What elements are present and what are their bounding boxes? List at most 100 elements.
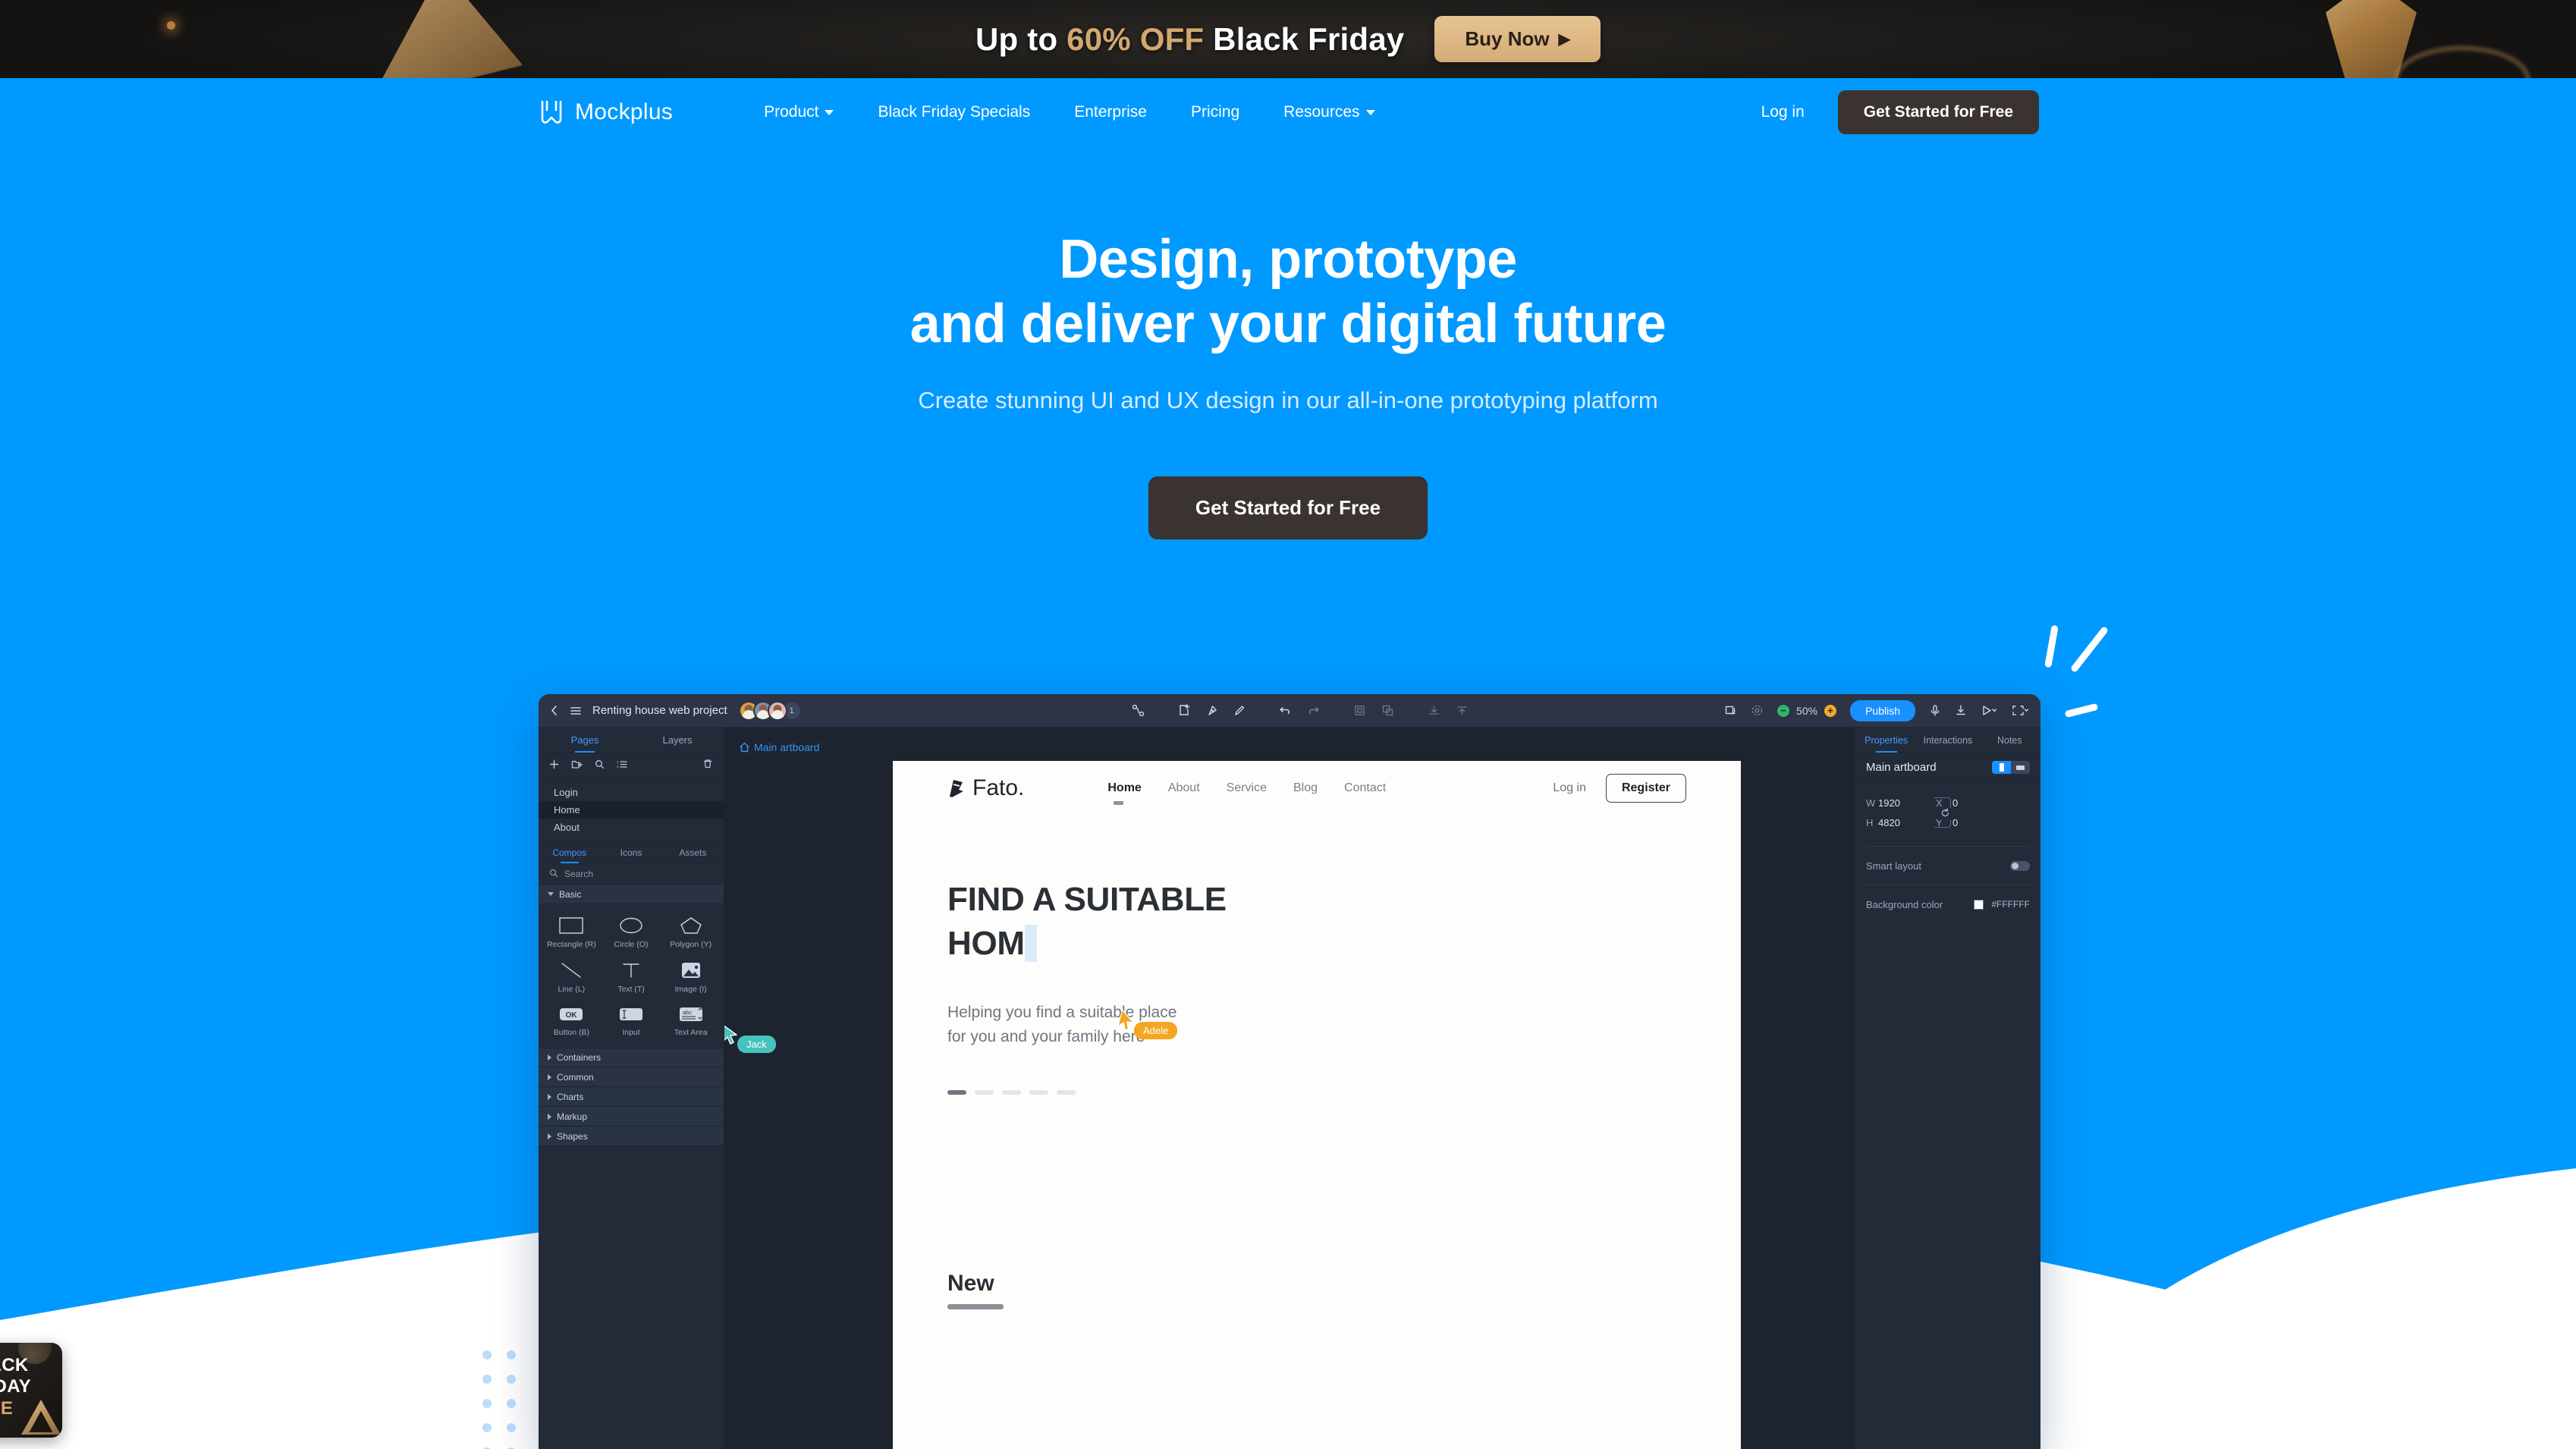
- duplicate-icon[interactable]: [1724, 704, 1737, 717]
- orientation-toggle[interactable]: [1992, 761, 2030, 774]
- orientation-landscape-button[interactable]: [2011, 761, 2030, 774]
- component-input[interactable]: Input: [602, 1001, 661, 1042]
- artboard-label[interactable]: Main artboard: [740, 741, 819, 753]
- mock-nav-blog[interactable]: Blog: [1293, 781, 1318, 795]
- redo-icon[interactable]: [1307, 705, 1320, 716]
- zoom-out-button[interactable]: −: [1777, 704, 1790, 717]
- x-value[interactable]: 0: [1952, 797, 2010, 809]
- color-swatch[interactable]: [1974, 899, 1984, 910]
- hero-heading-line2: and deliver your digital future: [909, 293, 1667, 354]
- reset-ratio-icon[interactable]: [1939, 808, 1952, 820]
- group-header-markup[interactable]: Markup: [539, 1107, 724, 1127]
- align-bottom-icon[interactable]: [1428, 704, 1440, 717]
- component-image[interactable]: Image (I): [661, 957, 721, 998]
- tab-components[interactable]: Compos: [539, 841, 600, 863]
- search-pages-icon[interactable]: [595, 759, 605, 773]
- mock-register-button[interactable]: Register: [1605, 774, 1686, 803]
- publish-button[interactable]: Publish: [1850, 699, 1915, 721]
- y-value[interactable]: 0: [1952, 817, 2010, 828]
- component-label: Line (L): [558, 985, 586, 994]
- component-text[interactable]: Text (T): [602, 957, 661, 998]
- carousel-dot[interactable]: [1029, 1089, 1048, 1095]
- tab-icons[interactable]: Icons: [600, 841, 661, 863]
- add-page-icon[interactable]: [549, 759, 559, 773]
- brand-logo[interactable]: Mockplus: [539, 99, 673, 125]
- carousel-dot[interactable]: [975, 1089, 994, 1095]
- microphone-icon[interactable]: [1929, 704, 1941, 717]
- tab-properties[interactable]: Properties: [1855, 728, 1917, 753]
- page-item-about[interactable]: About: [539, 819, 724, 836]
- add-folder-icon[interactable]: [571, 759, 583, 773]
- zoom-in-button[interactable]: +: [1824, 704, 1837, 717]
- fullscreen-icon[interactable]: [2011, 704, 2028, 717]
- menu-icon[interactable]: [570, 706, 582, 716]
- tab-assets[interactable]: Assets: [662, 841, 724, 863]
- page-item-login[interactable]: Login: [539, 784, 724, 801]
- tab-notes[interactable]: Notes: [1979, 728, 2040, 753]
- pencil-icon[interactable]: [1233, 704, 1246, 717]
- page-list: Login Home About: [539, 779, 724, 841]
- get-started-button-hero[interactable]: Get Started for Free: [1148, 476, 1428, 539]
- background-color-hex[interactable]: #FFFFFF: [1991, 899, 2030, 910]
- page-item-home[interactable]: Home: [539, 801, 724, 819]
- component-search[interactable]: Search: [539, 864, 724, 885]
- artboard[interactable]: Fato. Home About Service Blog Contact Lo…: [893, 761, 1741, 1449]
- align-top-icon[interactable]: [1456, 704, 1469, 717]
- group-header-containers[interactable]: Containers: [539, 1048, 724, 1067]
- delete-page-icon[interactable]: [702, 759, 713, 773]
- mock-nav-home[interactable]: Home: [1107, 781, 1142, 805]
- group-header-common[interactable]: Common: [539, 1067, 724, 1087]
- group-header-charts[interactable]: Charts: [539, 1087, 724, 1107]
- nav-link-black-friday-specials[interactable]: Black Friday Specials: [878, 103, 1030, 121]
- carousel-dot[interactable]: [1002, 1089, 1021, 1095]
- mock-nav-contact[interactable]: Contact: [1344, 781, 1386, 795]
- component-rectangle[interactable]: Rectangle (R): [542, 912, 602, 954]
- undo-icon[interactable]: [1279, 705, 1292, 716]
- pen-tool-icon[interactable]: [1206, 704, 1218, 717]
- mock-brand-logo[interactable]: Fato.: [947, 775, 1024, 801]
- carousel-dot[interactable]: [1057, 1089, 1076, 1095]
- nav-link-product[interactable]: Product: [764, 103, 834, 121]
- ungroup-icon[interactable]: [1381, 704, 1394, 717]
- component-button[interactable]: OK Button (B): [542, 1001, 602, 1042]
- nav-link-pricing[interactable]: Pricing: [1191, 103, 1239, 121]
- smart-layout-toggle[interactable]: [2010, 860, 2030, 871]
- nav-link-enterprise[interactable]: Enterprise: [1074, 103, 1147, 121]
- black-friday-sale-badge[interactable]: BLACK FRIDAY SALE: [0, 1343, 62, 1438]
- back-icon[interactable]: [549, 705, 559, 716]
- group-icon[interactable]: [1353, 704, 1366, 717]
- mock-nav-about[interactable]: About: [1168, 781, 1200, 795]
- tab-layers[interactable]: Layers: [631, 728, 724, 753]
- orientation-portrait-button[interactable]: [1992, 761, 2011, 774]
- design-canvas[interactable]: Main artboard Fato. Home About Service B…: [724, 728, 1855, 1449]
- avatar: [767, 700, 787, 721]
- component-line[interactable]: Line (L): [542, 957, 602, 998]
- add-artboard-icon[interactable]: [1178, 704, 1191, 717]
- mock-login-link[interactable]: Log in: [1553, 781, 1586, 795]
- target-icon[interactable]: [1751, 704, 1764, 717]
- login-link[interactable]: Log in: [1761, 103, 1805, 121]
- mock-nav-service[interactable]: Service: [1227, 781, 1267, 795]
- group-header-shapes[interactable]: Shapes: [539, 1127, 724, 1146]
- background-color-control[interactable]: #FFFFFF: [1974, 899, 2030, 910]
- component-circle[interactable]: Circle (O): [602, 912, 661, 954]
- component-polygon[interactable]: Polygon (Y): [661, 912, 721, 954]
- right-panel: Properties Interactions Notes Main artbo…: [1855, 728, 2040, 1449]
- buy-now-label: Buy Now: [1465, 27, 1550, 50]
- connect-nodes-icon[interactable]: [1132, 704, 1145, 717]
- download-icon[interactable]: [1955, 704, 1967, 717]
- carousel-dot[interactable]: [947, 1089, 966, 1095]
- width-value[interactable]: 1920: [1878, 797, 1936, 809]
- tab-interactions[interactable]: Interactions: [1917, 728, 1978, 753]
- carousel-dots[interactable]: [947, 1089, 1741, 1095]
- get-started-button-nav[interactable]: Get Started for Free: [1837, 90, 2039, 134]
- portrait-icon: [1999, 763, 2004, 772]
- sort-order-icon[interactable]: 12: [617, 759, 627, 773]
- buy-now-button[interactable]: Buy Now ▶: [1434, 16, 1601, 62]
- component-textarea[interactable]: abc Text Area: [661, 1001, 721, 1042]
- preview-play-icon[interactable]: [1981, 704, 1997, 717]
- group-header-basic[interactable]: Basic: [539, 885, 724, 904]
- height-value[interactable]: 4820: [1878, 817, 1936, 828]
- tab-pages[interactable]: Pages: [539, 728, 631, 753]
- nav-link-resources[interactable]: Resources: [1283, 103, 1375, 121]
